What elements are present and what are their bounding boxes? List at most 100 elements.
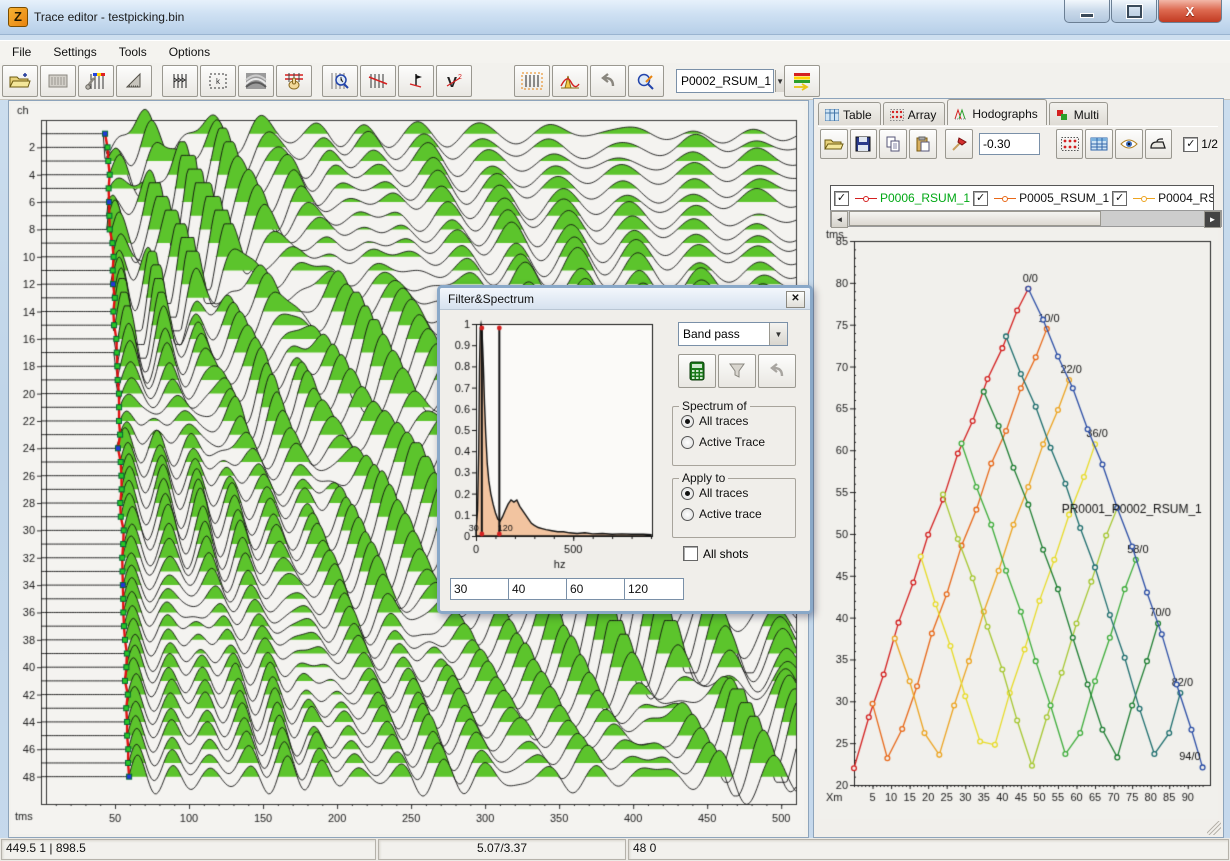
spectrum-active-trace-radio[interactable]: Active Trace [681,435,795,449]
freq-high-pass-input[interactable]: 60 [566,578,626,600]
menu-file[interactable]: File [2,43,41,61]
density-icon [245,72,267,90]
tab-label: Multi [1074,108,1099,122]
status-coordinates: 449.5 1 | 898.5 [1,839,376,860]
freq-low-pass-input[interactable]: 40 [508,578,568,600]
minimize-icon [1080,13,1094,18]
legend-item[interactable]: ✓ P0005_RSUM_1 [970,191,1109,206]
legend-checkbox[interactable]: ✓ [973,191,988,206]
tab-array[interactable]: Array [883,102,946,125]
scrollbar-thumb[interactable] [849,211,1101,226]
spectrum-button[interactable] [552,65,588,97]
table-view-button[interactable] [1085,129,1113,159]
shot-selector[interactable]: P0002_RSUM_1 ▼ [676,69,774,93]
radio-icon [681,415,694,428]
select-region-button[interactable]: k [200,65,236,97]
undo-icon [768,363,786,379]
tab-multi[interactable]: Multi [1049,102,1108,125]
dialog-close-button[interactable]: ✕ [786,291,805,308]
visibility-button[interactable] [1115,129,1143,159]
smooth-button[interactable] [1145,129,1173,159]
close-button[interactable]: X [1158,0,1222,23]
window-title: Trace editor - testpicking.bin [34,10,184,24]
menu-tools[interactable]: Tools [109,43,157,61]
hodograph-canvas[interactable] [820,229,1218,819]
next-shot-button[interactable] [784,65,820,97]
magnifier-traces-icon [329,71,351,91]
dropdown-arrow-icon[interactable]: ▼ [769,323,787,345]
legend-checkbox[interactable]: ✓ [834,191,849,206]
dashed-box-icon: k [208,72,228,90]
app-window: { "window": {"title": "Trace editor - te… [0,0,1230,861]
ruler-triangle-icon [124,72,144,90]
multi-tab-icon [1056,109,1070,121]
scroll-left-icon[interactable]: ◄ [831,211,848,228]
minimize-button[interactable] [1064,0,1110,23]
tab-hodographs[interactable]: Hodographs [947,99,1046,125]
hodograph-panel: Table Array Hodographs Multi [813,98,1224,838]
apply-active-trace-radio[interactable]: Active trace [681,507,795,521]
app-icon: Z [8,7,28,27]
undo-filter-button[interactable] [758,354,796,388]
traces-redline-icon [367,72,389,90]
rgb-arrow-icon [792,71,812,91]
spectrum-all-traces-radio[interactable]: All traces [681,414,795,428]
resize-grip[interactable] [1207,821,1221,835]
half-checkbox[interactable]: ✓ [1183,137,1198,152]
all-shots-checkbox[interactable] [683,546,698,561]
all-shots-toggle[interactable]: All shots [680,546,748,561]
legend-scrollbar[interactable]: ◄ ► [830,210,1222,227]
undo-button[interactable] [590,65,626,97]
filter-type-selector[interactable]: Band pass ▼ [678,322,788,346]
apply-all-traces-radio[interactable]: All traces [681,486,795,500]
velocity-button[interactable]: V2 [436,65,472,97]
threshold-input[interactable]: -0.30 [979,133,1040,155]
eye-icon [1120,138,1138,150]
manual-pick-button[interactable] [276,65,312,97]
trace-display-button[interactable] [40,65,76,97]
zoom-traces-button[interactable] [322,65,358,97]
spectrum-canvas[interactable] [444,314,662,572]
reciprocity-check-button[interactable] [945,129,973,159]
save-hodograph-button[interactable] [850,129,878,159]
tab-table[interactable]: Table [818,102,881,125]
scroll-right-icon[interactable]: ► [1204,211,1221,228]
iron-icon [1149,138,1167,150]
freq-high-cut-input[interactable]: 120 [624,578,684,600]
dialog-title: Filter&Spectrum [448,292,534,306]
dialog-title-bar[interactable]: Filter&Spectrum [440,288,810,310]
pick-line-button[interactable] [360,65,396,97]
density-view-button[interactable] [238,65,274,97]
compute-spectrum-button[interactable] [678,354,716,388]
hodograph-legend: ✓ P0006_RSUM_1 ✓ P0005_RSUM_1 ✓ P0004_RS… [830,185,1214,211]
apply-filter-button[interactable] [718,354,756,388]
open-hodograph-button[interactable] [820,129,848,159]
paste-button[interactable] [909,129,937,159]
menu-options[interactable]: Options [159,43,220,61]
half-toggle[interactable]: ✓ 1/2 [1180,137,1218,152]
freq-low-cut-input[interactable]: 30 [450,578,510,600]
legend-marker [1133,195,1155,202]
paste-icon [915,136,931,152]
highlight-traces-button[interactable] [514,65,550,97]
undo-icon [599,73,617,89]
measure-button[interactable] [116,65,152,97]
traces-view-button[interactable] [162,65,198,97]
zoom-edit-button[interactable] [628,65,664,97]
menu-settings[interactable]: Settings [43,43,106,61]
array-view-button[interactable] [1056,129,1084,159]
maximize-icon [1127,5,1142,18]
spectrum-of-group: Spectrum of All traces Active Trace [672,406,796,466]
maximize-button[interactable] [1111,0,1157,23]
pick-flag-button[interactable] [398,65,434,97]
table-tab-icon [825,109,839,121]
display-settings-button[interactable] [78,65,114,97]
open-file-button[interactable] [2,65,38,97]
legend-checkbox[interactable]: ✓ [1112,191,1127,206]
apply-to-label: Apply to [679,471,728,485]
copy-button[interactable] [879,129,907,159]
status-values: 5.07/3.37 [378,839,626,860]
legend-item[interactable]: ✓ P0006_RSUM_1 [831,191,970,206]
legend-item[interactable]: ✓ P0004_RSUM_1 [1109,191,1214,206]
traces-wrench-icon [85,71,107,91]
